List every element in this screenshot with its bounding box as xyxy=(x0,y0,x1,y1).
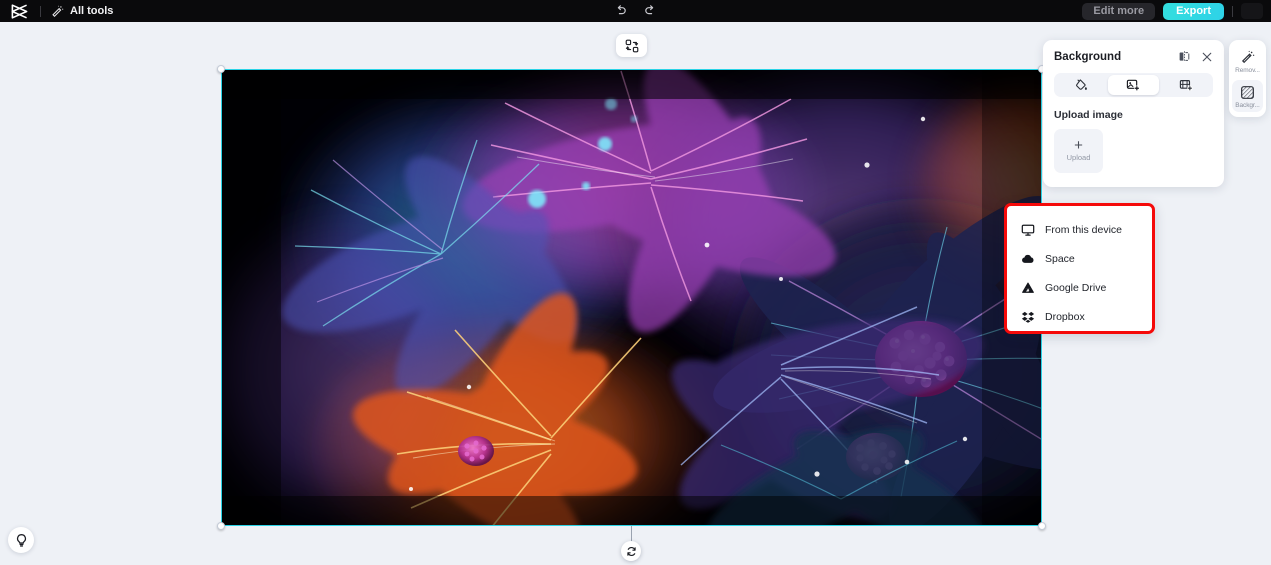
avatar[interactable] xyxy=(1241,3,1263,19)
edit-more-button[interactable]: Edit more xyxy=(1082,2,1156,20)
image-add-icon xyxy=(1126,78,1141,92)
upload-source-menu: From this device Space Google Drive Drop… xyxy=(1004,203,1155,334)
menu-item-label: Dropbox xyxy=(1045,310,1085,323)
menu-item-dropbox[interactable]: Dropbox xyxy=(1007,302,1152,331)
header-right-group: Edit more Export xyxy=(1082,0,1271,22)
menu-item-label: Google Drive xyxy=(1045,281,1107,294)
header-divider-right xyxy=(1232,5,1233,17)
header-left-group: All tools xyxy=(0,0,113,22)
rail-item-label: Backgr... xyxy=(1235,102,1260,109)
resize-handle-bottom-right[interactable] xyxy=(1038,522,1046,530)
resize-handle-bottom-left[interactable] xyxy=(217,522,225,530)
menu-item-google-drive[interactable]: Google Drive xyxy=(1007,273,1152,302)
header-divider xyxy=(40,5,41,17)
upload-button-label: Upload xyxy=(1066,153,1091,162)
menu-item-from-this-device[interactable]: From this device xyxy=(1007,215,1152,244)
background-panel: Background Upload image + Upload xyxy=(1043,40,1224,187)
background-type-tabs xyxy=(1054,73,1213,97)
header-history-group xyxy=(614,0,658,22)
paint-bucket-icon xyxy=(1074,78,1088,92)
upload-button[interactable]: + Upload xyxy=(1054,129,1103,173)
menu-item-label: From this device xyxy=(1045,223,1123,236)
video-add-icon xyxy=(1179,78,1193,92)
google-drive-icon xyxy=(1021,281,1035,295)
rail-item-background[interactable]: Backgr... xyxy=(1232,80,1263,112)
app-header: All tools Edit more Export xyxy=(0,0,1271,22)
canvas-image[interactable] xyxy=(221,69,1042,526)
background-panel-header: Background xyxy=(1054,50,1213,63)
rotate-icon xyxy=(626,546,637,557)
background-swatch-icon xyxy=(1240,84,1256,100)
plus-icon: + xyxy=(1074,137,1083,154)
compare-split-icon[interactable] xyxy=(1178,50,1191,63)
close-icon[interactable] xyxy=(1200,50,1213,63)
magic-wand-icon xyxy=(51,5,64,18)
right-tool-rail: Remov... Backgr... xyxy=(1229,40,1266,117)
lightbulb-icon xyxy=(14,533,29,548)
image-background-tab[interactable] xyxy=(1108,75,1159,95)
rail-item-label: Remov... xyxy=(1235,67,1260,74)
panel-title: Background xyxy=(1054,50,1122,63)
all-tools-label: All tools xyxy=(70,5,114,17)
canvas-selection[interactable] xyxy=(217,65,1046,561)
editor-workspace: Background Upload image + Upload From th… xyxy=(0,22,1271,565)
upload-section-label: Upload image xyxy=(1054,109,1123,121)
video-background-tab[interactable] xyxy=(1161,75,1211,95)
help-button[interactable] xyxy=(8,527,34,553)
rotate-handle[interactable] xyxy=(621,541,641,561)
replace-media-button[interactable] xyxy=(616,34,647,57)
magic-eraser-icon xyxy=(1240,49,1256,65)
cloud-icon xyxy=(1021,252,1035,266)
resize-handle-top-left[interactable] xyxy=(217,65,225,73)
menu-item-label: Space xyxy=(1045,252,1075,265)
replace-media-icon xyxy=(625,39,639,53)
monitor-icon xyxy=(1021,223,1035,237)
all-tools-button[interactable]: All tools xyxy=(51,5,113,18)
dropbox-icon xyxy=(1021,310,1035,324)
panel-header-actions xyxy=(1178,50,1213,63)
undo-icon[interactable] xyxy=(614,4,629,19)
export-button[interactable]: Export xyxy=(1163,2,1224,20)
redo-icon[interactable] xyxy=(643,4,658,19)
capcut-logo-icon[interactable] xyxy=(8,3,30,19)
menu-item-space[interactable]: Space xyxy=(1007,244,1152,273)
color-fill-tab[interactable] xyxy=(1056,75,1106,95)
rail-item-remove[interactable]: Remov... xyxy=(1232,45,1263,77)
